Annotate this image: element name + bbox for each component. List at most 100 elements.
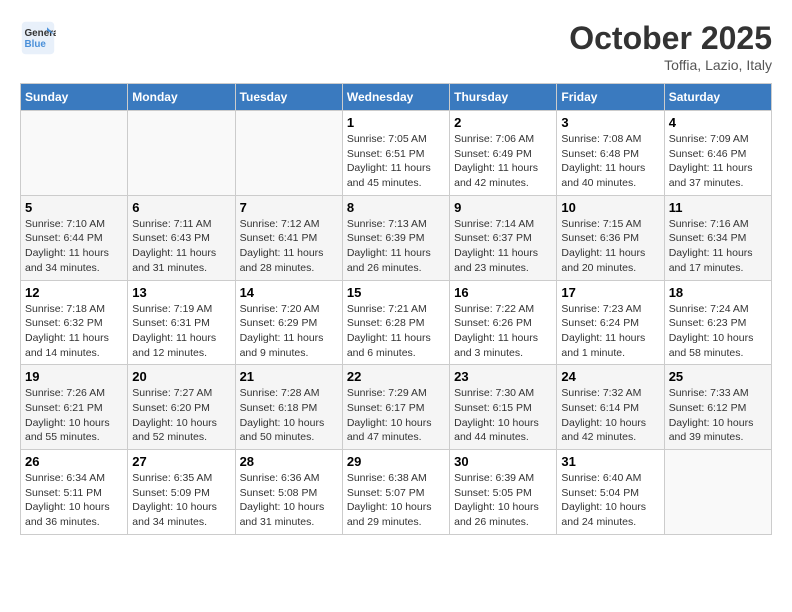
day-number: 3 (561, 115, 659, 130)
day-info: Sunrise: 7:05 AM Sunset: 6:51 PM Dayligh… (347, 132, 445, 191)
day-info: Sunrise: 7:19 AM Sunset: 6:31 PM Dayligh… (132, 302, 230, 361)
weekday-header-friday: Friday (557, 84, 664, 111)
calendar-cell (664, 450, 771, 535)
day-info: Sunrise: 7:14 AM Sunset: 6:37 PM Dayligh… (454, 217, 552, 276)
calendar-cell: 6Sunrise: 7:11 AM Sunset: 6:43 PM Daylig… (128, 195, 235, 280)
logo-icon: General Blue (20, 20, 56, 56)
day-number: 8 (347, 200, 445, 215)
day-info: Sunrise: 7:20 AM Sunset: 6:29 PM Dayligh… (240, 302, 338, 361)
calendar-cell: 10Sunrise: 7:15 AM Sunset: 6:36 PM Dayli… (557, 195, 664, 280)
day-info: Sunrise: 6:39 AM Sunset: 5:05 PM Dayligh… (454, 471, 552, 530)
calendar-cell (21, 111, 128, 196)
day-info: Sunrise: 7:06 AM Sunset: 6:49 PM Dayligh… (454, 132, 552, 191)
day-number: 12 (25, 285, 123, 300)
day-info: Sunrise: 7:16 AM Sunset: 6:34 PM Dayligh… (669, 217, 767, 276)
day-number: 1 (347, 115, 445, 130)
month-title: October 2025 (569, 20, 772, 57)
day-number: 23 (454, 369, 552, 384)
day-info: Sunrise: 7:23 AM Sunset: 6:24 PM Dayligh… (561, 302, 659, 361)
day-number: 22 (347, 369, 445, 384)
location: Toffia, Lazio, Italy (569, 57, 772, 73)
calendar-cell: 29 Sunrise: 6:38 AM Sunset: 5:07 PM Dayli… (342, 450, 449, 535)
day-number: 5 (25, 200, 123, 215)
day-info: Sunrise: 7:09 AM Sunset: 6:46 PM Dayligh… (669, 132, 767, 191)
day-info: Sunrise: 7:30 AM Sunset: 6:15 PM Dayligh… (454, 386, 552, 445)
weekday-header-monday: Monday (128, 84, 235, 111)
calendar-cell: 5 Sunrise: 7:10 AM Sunset: 6:44 PM Daylig… (21, 195, 128, 280)
day-info: Sunrise: 7:21 AM Sunset: 6:28 PM Dayligh… (347, 302, 445, 361)
day-info: Sunrise: 7:11 AM Sunset: 6:43 PM Dayligh… (132, 217, 230, 276)
day-info: Sunrise: 7:10 AM Sunset: 6:44 PM Dayligh… (25, 217, 123, 276)
calendar-cell: 4Sunrise: 7:09 AM Sunset: 6:46 PM Daylig… (664, 111, 771, 196)
day-number: 14 (240, 285, 338, 300)
calendar-cell: 17 Sunrise: 7:23 AM Sunset: 6:24 PM Dayli… (557, 280, 664, 365)
day-number: 28 (240, 454, 338, 469)
day-number: 17 (561, 285, 659, 300)
weekday-header-saturday: Saturday (664, 84, 771, 111)
day-number: 19 (25, 369, 123, 384)
day-info: Sunrise: 7:33 AM Sunset: 6:12 PM Dayligh… (669, 386, 767, 445)
day-info: Sunrise: 7:28 AM Sunset: 6:18 PM Dayligh… (240, 386, 338, 445)
day-number: 29 (347, 454, 445, 469)
day-number: 21 (240, 369, 338, 384)
day-number: 26 (25, 454, 123, 469)
day-info: Sunrise: 7:18 AM Sunset: 6:32 PM Dayligh… (25, 302, 123, 361)
calendar-cell: 13 Sunrise: 7:19 AM Sunset: 6:31 PM Dayli… (128, 280, 235, 365)
calendar-cell: 14 Sunrise: 7:20 AM Sunset: 6:29 PM Dayli… (235, 280, 342, 365)
weekday-header-wednesday: Wednesday (342, 84, 449, 111)
calendar-week-3: 12 Sunrise: 7:18 AM Sunset: 6:32 PM Dayli… (21, 280, 772, 365)
weekday-header-thursday: Thursday (450, 84, 557, 111)
day-info: Sunrise: 6:34 AM Sunset: 5:11 PM Dayligh… (25, 471, 123, 530)
svg-text:Blue: Blue (25, 39, 47, 50)
day-info: Sunrise: 6:40 AM Sunset: 5:04 PM Dayligh… (561, 471, 659, 530)
page-header: General Blue General Blue October 2025 T… (20, 20, 772, 73)
calendar-cell: 31 Sunrise: 6:40 AM Sunset: 5:04 PM Dayli… (557, 450, 664, 535)
day-number: 18 (669, 285, 767, 300)
calendar-cell: 24 Sunrise: 7:32 AM Sunset: 6:14 PM Dayli… (557, 365, 664, 450)
weekday-header-sunday: Sunday (21, 84, 128, 111)
calendar-cell: 19Sunrise: 7:26 AM Sunset: 6:21 PM Dayli… (21, 365, 128, 450)
day-info: Sunrise: 7:13 AM Sunset: 6:39 PM Dayligh… (347, 217, 445, 276)
calendar-cell: 8 Sunrise: 7:13 AM Sunset: 6:39 PM Daylig… (342, 195, 449, 280)
day-info: Sunrise: 7:32 AM Sunset: 6:14 PM Dayligh… (561, 386, 659, 445)
day-number: 25 (669, 369, 767, 384)
calendar-cell: 26 Sunrise: 6:34 AM Sunset: 5:11 PM Dayli… (21, 450, 128, 535)
calendar-cell: 27 Sunrise: 6:35 AM Sunset: 5:09 PM Dayli… (128, 450, 235, 535)
day-number: 13 (132, 285, 230, 300)
day-info: Sunrise: 7:27 AM Sunset: 6:20 PM Dayligh… (132, 386, 230, 445)
calendar-week-5: 26 Sunrise: 6:34 AM Sunset: 5:11 PM Dayli… (21, 450, 772, 535)
day-info: Sunrise: 7:29 AM Sunset: 6:17 PM Dayligh… (347, 386, 445, 445)
day-info: Sunrise: 7:22 AM Sunset: 6:26 PM Dayligh… (454, 302, 552, 361)
title-block: October 2025 Toffia, Lazio, Italy (569, 20, 772, 73)
calendar-cell: 11 Sunrise: 7:16 AM Sunset: 6:34 PM Dayli… (664, 195, 771, 280)
day-number: 11 (669, 200, 767, 215)
day-number: 27 (132, 454, 230, 469)
weekday-header-tuesday: Tuesday (235, 84, 342, 111)
calendar-cell: 2 Sunrise: 7:06 AM Sunset: 6:49 PM Daylig… (450, 111, 557, 196)
calendar-cell: 1 Sunrise: 7:05 AM Sunset: 6:51 PM Daylig… (342, 111, 449, 196)
calendar-week-2: 5 Sunrise: 7:10 AM Sunset: 6:44 PM Daylig… (21, 195, 772, 280)
day-number: 24 (561, 369, 659, 384)
day-number: 20 (132, 369, 230, 384)
svg-text:General: General (25, 28, 57, 39)
day-number: 15 (347, 285, 445, 300)
calendar-week-4: 19Sunrise: 7:26 AM Sunset: 6:21 PM Dayli… (21, 365, 772, 450)
day-number: 30 (454, 454, 552, 469)
calendar-cell: 21 Sunrise: 7:28 AM Sunset: 6:18 PM Dayli… (235, 365, 342, 450)
calendar-cell: 25 Sunrise: 7:33 AM Sunset: 6:12 PM Dayli… (664, 365, 771, 450)
calendar-cell: 22 Sunrise: 7:29 AM Sunset: 6:17 PM Dayli… (342, 365, 449, 450)
day-number: 9 (454, 200, 552, 215)
calendar-cell: 18Sunrise: 7:24 AM Sunset: 6:23 PM Dayli… (664, 280, 771, 365)
calendar-cell: 30 Sunrise: 6:39 AM Sunset: 5:05 PM Dayli… (450, 450, 557, 535)
day-info: Sunrise: 6:36 AM Sunset: 5:08 PM Dayligh… (240, 471, 338, 530)
weekday-header-row: SundayMondayTuesdayWednesdayThursdayFrid… (21, 84, 772, 111)
day-info: Sunrise: 6:35 AM Sunset: 5:09 PM Dayligh… (132, 471, 230, 530)
day-number: 31 (561, 454, 659, 469)
day-info: Sunrise: 6:38 AM Sunset: 5:07 PM Dayligh… (347, 471, 445, 530)
day-number: 2 (454, 115, 552, 130)
calendar-cell: 28 Sunrise: 6:36 AM Sunset: 5:08 PM Dayli… (235, 450, 342, 535)
day-number: 7 (240, 200, 338, 215)
calendar-week-1: 1 Sunrise: 7:05 AM Sunset: 6:51 PM Daylig… (21, 111, 772, 196)
day-number: 16 (454, 285, 552, 300)
calendar-cell: 7Sunrise: 7:12 AM Sunset: 6:41 PM Daylig… (235, 195, 342, 280)
